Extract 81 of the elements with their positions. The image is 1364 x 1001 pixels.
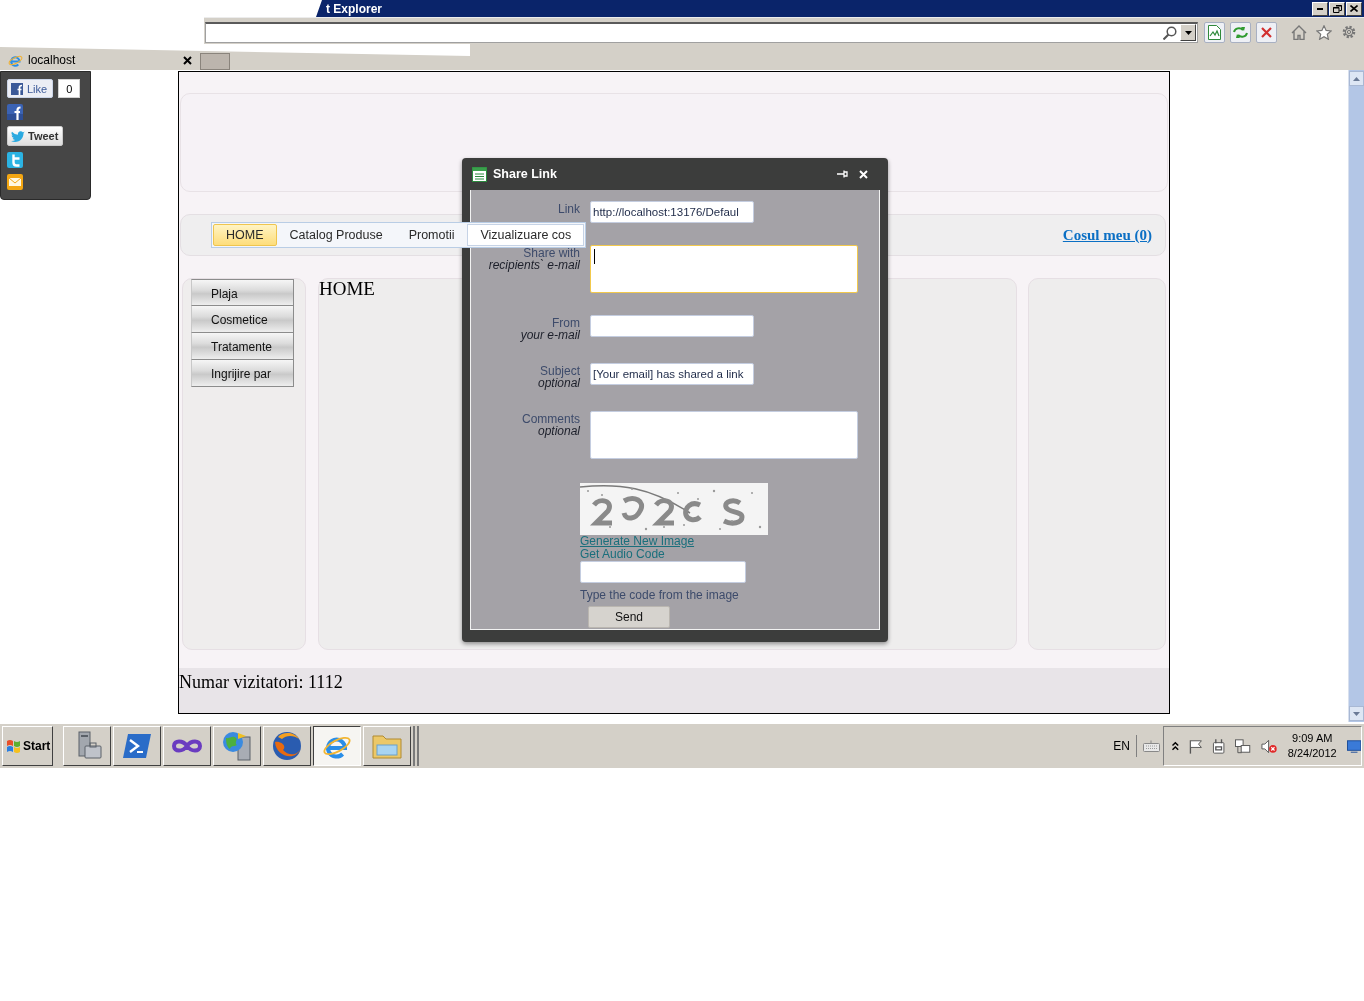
pin-icon[interactable] <box>837 170 848 178</box>
field-label: Link <box>558 203 580 215</box>
dropdown-button[interactable] <box>1180 24 1196 41</box>
close-icon <box>1350 5 1358 12</box>
muted-speaker-icon[interactable] <box>1260 738 1277 754</box>
tweet-button[interactable]: Tweet <box>7 126 64 146</box>
minimize-button[interactable] <box>1312 1 1328 16</box>
f-logo-icon[interactable] <box>7 104 23 120</box>
settings-icon[interactable] <box>1341 24 1357 40</box>
field-label: Share with <box>523 247 580 259</box>
stop-icon <box>1261 26 1272 38</box>
field-hint: optional <box>537 377 580 389</box>
scroll-down-button[interactable] <box>1349 706 1364 721</box>
restore-button[interactable] <box>1329 1 1345 16</box>
category-item[interactable]: Ingrijire par <box>191 360 294 387</box>
fox-globe-icon <box>272 731 302 761</box>
category-item[interactable]: Plaja <box>191 279 294 306</box>
clock-date[interactable]: 8/24/2012 <box>1287 746 1337 761</box>
up-arrow-icon <box>1353 76 1360 81</box>
caret-icon <box>1184 30 1192 35</box>
window-title: t Explorer <box>326 1 382 16</box>
restore-icon <box>1332 4 1342 13</box>
visitor-count: Numar vizitatori: 1112 <box>179 672 343 692</box>
page-heading: HOME <box>319 279 375 299</box>
infinity-icon <box>171 738 203 754</box>
bird-icon <box>11 130 25 142</box>
cart-link[interactable]: Cosul meu (0) <box>1062 226 1152 244</box>
globe-server-icon <box>222 731 252 761</box>
text-field[interactable]: [Your email] has shared a link <box>590 363 754 385</box>
page-icon <box>1208 24 1221 40</box>
text-cursor-icon <box>594 249 595 264</box>
f-logo-icon <box>11 82 23 95</box>
terminal-icon <box>123 734 151 758</box>
field-hint: recipients` e-mail <box>488 259 580 271</box>
home-icon[interactable] <box>1291 24 1307 40</box>
four-pane-flag-icon <box>6 739 21 753</box>
close-icon[interactable] <box>183 55 192 65</box>
chevron-up-icon[interactable] <box>1172 741 1179 751</box>
dialog-title: Share Link <box>493 167 557 181</box>
address-field[interactable] <box>205 21 1198 43</box>
network-icon[interactable] <box>1235 738 1251 754</box>
t-logo-icon[interactable] <box>7 152 23 168</box>
refresh-button[interactable] <box>1230 21 1251 43</box>
taskbar-button[interactable] <box>313 726 361 766</box>
field-hint: your e-mail <box>520 329 580 341</box>
menu-item[interactable]: Promotii <box>395 224 468 246</box>
down-arrow-icon <box>1353 711 1360 716</box>
code-instruction: Type the code from the image <box>580 589 739 602</box>
stop-button[interactable] <box>1256 21 1277 43</box>
refresh-icon <box>1233 25 1248 39</box>
menu-item[interactable]: Catalog Produse <box>276 224 396 246</box>
folder-icon <box>372 733 402 759</box>
code-field[interactable] <box>580 561 746 583</box>
start-button[interactable]: Start <box>2 726 53 766</box>
text-field[interactable] <box>590 315 754 337</box>
window-icon <box>472 166 487 182</box>
keyboard-icon[interactable] <box>1143 740 1160 752</box>
language-indicator[interactable]: EN <box>1113 739 1130 753</box>
field-label: From <box>552 317 580 329</box>
minimize-icon <box>1317 7 1323 10</box>
scrollbar-track[interactable] <box>1348 70 1364 722</box>
flag-icon[interactable] <box>1188 738 1202 754</box>
search-icon[interactable] <box>1163 25 1177 40</box>
scroll-up-button[interactable] <box>1349 71 1364 86</box>
page-view-button[interactable] <box>1204 21 1225 43</box>
like-count: 0 <box>58 79 81 98</box>
field-label: Subject <box>539 365 580 377</box>
star-icon[interactable] <box>1316 24 1332 40</box>
send-button[interactable]: Send <box>588 606 670 628</box>
field-label: Comments <box>522 413 580 425</box>
clock-time[interactable]: 9:09 AM <box>1292 731 1333 746</box>
menu-item[interactable]: HOME <box>213 224 277 246</box>
category-item[interactable]: Cosmetice <box>191 306 294 333</box>
category-item[interactable]: Tratamente <box>191 333 294 360</box>
monitor-icon[interactable] <box>1346 739 1361 753</box>
field-hint: optional <box>537 425 580 437</box>
close-button[interactable] <box>1346 1 1362 16</box>
plug-icon[interactable] <box>1212 738 1226 754</box>
text-field[interactable]: http://localhost:13176/Defaul <box>590 201 754 223</box>
like-button[interactable]: Like <box>7 79 54 98</box>
menu-item[interactable]: Vizualizuare cos <box>467 224 585 246</box>
